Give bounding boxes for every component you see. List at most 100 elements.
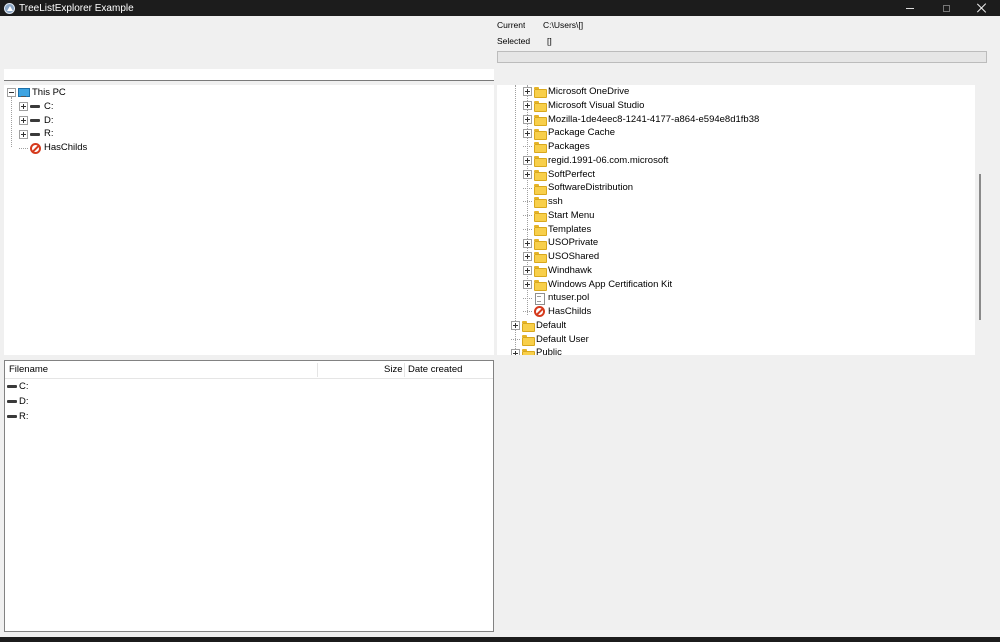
expand-icon[interactable] [523, 101, 532, 111]
tree-item-label: regid.1991-06.com.microsoft [548, 154, 669, 166]
list-header: Filename Size Date created [5, 361, 493, 379]
tree-item-label: Package Cache [548, 127, 616, 139]
tree-connector [523, 201, 532, 203]
drive-icon [30, 115, 41, 126]
expand-icon[interactable] [511, 348, 520, 355]
folder-icon [534, 155, 547, 168]
maximize-icon [942, 4, 950, 12]
folder-icon [534, 279, 547, 291]
tree-connector [523, 311, 532, 313]
tree-item-label: SoftwareDistribution [548, 182, 634, 194]
tree-item[interactable]: Windhawk [523, 264, 592, 278]
expand-icon[interactable] [511, 321, 520, 331]
column-header-date-created[interactable]: Date created [408, 361, 462, 379]
tree-connector [523, 146, 532, 148]
right-folder-tree[interactable]: Microsoft OneDrive Microsoft Visual Studi… [497, 85, 975, 355]
tree-item[interactable]: HasChilds [523, 305, 591, 319]
tree-item[interactable]: Default [511, 319, 566, 333]
column-header-size[interactable]: Size [384, 361, 402, 379]
drive-icon [7, 396, 18, 407]
tree-item[interactable]: SoftwareDistribution [523, 181, 633, 195]
tree-item-label: Windhawk [548, 264, 592, 276]
column-divider[interactable] [317, 363, 318, 377]
expand-icon[interactable] [523, 279, 532, 289]
tree-item[interactable]: Start Menu [523, 209, 594, 223]
tree-connector [511, 338, 520, 340]
tree-item-label: HasChilds [44, 142, 88, 154]
column-header-filename[interactable]: Filename [9, 361, 48, 379]
tree-item-label: Microsoft OneDrive [548, 86, 630, 97]
expand-icon[interactable] [19, 129, 28, 139]
list-item-name: C: [19, 381, 29, 392]
expand-icon[interactable] [523, 252, 532, 262]
tree-item-label: Microsoft Visual Studio [548, 99, 645, 111]
tree-connector [523, 297, 532, 299]
column-divider[interactable] [404, 363, 405, 377]
tree-item[interactable]: USOPrivate [523, 236, 598, 250]
tree-guide-line [11, 97, 12, 147]
tree-guide-line [515, 85, 516, 355]
folder-icon [534, 238, 547, 250]
expand-icon[interactable] [19, 102, 28, 112]
tree-item[interactable]: ntuser.pol [523, 291, 589, 305]
expand-icon[interactable] [523, 114, 532, 124]
expand-icon[interactable] [19, 115, 28, 125]
expand-icon[interactable] [523, 266, 532, 276]
tree-item-label: USOShared [548, 251, 600, 262]
tree-item[interactable]: Microsoft OneDrive [523, 85, 629, 99]
tree-item[interactable]: R: [19, 127, 54, 141]
maximize-button[interactable] [928, 0, 964, 16]
list-item[interactable]: C: [7, 379, 29, 394]
tree-item-label: SoftPerfect [548, 168, 595, 180]
pc-icon [18, 87, 30, 98]
list-item[interactable]: R: [7, 409, 29, 424]
tree-item[interactable]: SoftPerfect [523, 168, 595, 182]
selected-value: [] [547, 36, 552, 46]
tree-item-label: HasChilds [548, 306, 592, 317]
tree-item-label: This PC [32, 87, 66, 98]
folder-icon [522, 320, 535, 333]
tree-item[interactable]: Templates [523, 223, 591, 237]
tree-item[interactable]: Packages [523, 140, 590, 154]
minimize-icon [906, 7, 914, 9]
tree-item[interactable]: HasChilds [19, 141, 87, 155]
tree-item[interactable]: C: [19, 100, 54, 114]
tree-item[interactable]: ssh [523, 195, 563, 209]
left-folder-tree[interactable]: This PC C: D: R: HasChilds [4, 85, 494, 355]
tree-item-label: Public [536, 347, 562, 355]
list-item-name: D: [19, 396, 29, 407]
tree-item-label: Default [536, 319, 567, 331]
expand-icon[interactable] [523, 238, 532, 248]
tree-item[interactable]: Microsoft Visual Studio [523, 99, 644, 113]
tree-item[interactable]: D: [19, 114, 54, 128]
current-path-value: C:\Users\[] [543, 20, 584, 30]
tree-item[interactable]: Public [511, 346, 562, 355]
vertical-scrollbar[interactable] [979, 174, 981, 320]
tree-item[interactable]: Default User [511, 333, 589, 347]
minimize-button[interactable] [892, 0, 928, 16]
tree-item[interactable]: Mozilla-1de4eec8-1241-4177-a864-e594e8d1… [523, 113, 759, 127]
tree-item[interactable]: regid.1991-06.com.microsoft [523, 154, 668, 168]
drive-icon [30, 101, 41, 112]
tree-item[interactable]: USOShared [523, 250, 599, 264]
path-input[interactable] [4, 69, 494, 81]
folder-icon [534, 224, 547, 236]
tree-item[interactable]: Windows App Certification Kit [523, 278, 672, 292]
expand-icon[interactable] [523, 169, 532, 179]
tree-connector [523, 228, 532, 230]
list-item[interactable]: D: [7, 394, 29, 409]
expand-icon[interactable] [523, 87, 532, 97]
tree-item[interactable]: This PC [7, 86, 66, 100]
close-icon [977, 3, 987, 13]
progress-bar [497, 51, 987, 63]
folder-icon [534, 86, 547, 99]
close-button[interactable] [964, 0, 1000, 16]
expand-icon[interactable] [523, 156, 532, 166]
app-icon [4, 2, 15, 14]
tree-connector [523, 187, 532, 189]
folder-icon [534, 210, 547, 223]
tree-item[interactable]: Package Cache [523, 126, 615, 140]
expand-icon[interactable] [523, 128, 532, 138]
tree-item-label: USOPrivate [548, 237, 599, 249]
taskbar-edge [0, 637, 1000, 642]
